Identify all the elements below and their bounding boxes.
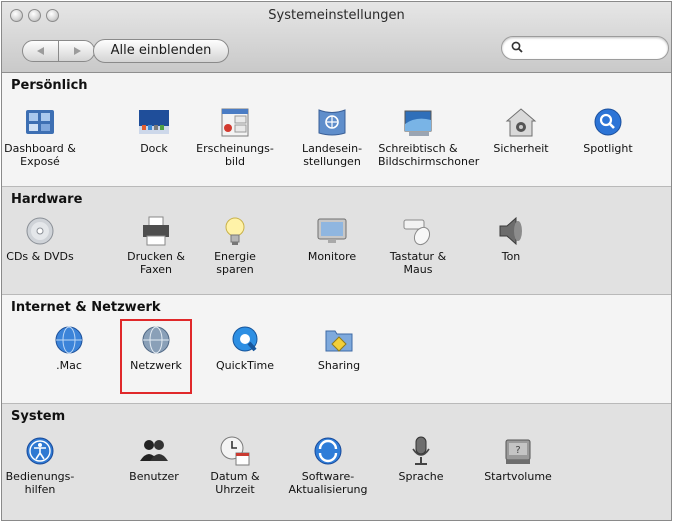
pane-label: Sprache [398,470,444,483]
pref-pane-dashboard-expose[interactable]: Dashboard & Exposé [2,106,80,168]
pref-pane-accounts[interactable]: Benutzer [114,434,194,483]
pref-pane-cds-dvds[interactable]: CDs & DVDs [2,214,80,263]
speaker-icon [499,216,522,246]
dotmac-globe-icon [55,326,83,354]
pane-label: Ton [501,250,521,263]
pref-pane-dock[interactable]: Dock [114,106,194,155]
pref-pane-network[interactable]: Netzwerk [116,323,196,372]
pref-pane-software-update[interactable]: Software- Aktualisierung [288,434,368,496]
pane-label: Tastatur & Maus [389,250,447,276]
pane-label: Erscheinungs- bild [196,142,274,168]
pane-label: Dock [140,142,168,155]
pane-label: Benutzer [129,470,179,483]
search-field [501,36,669,60]
printer-icon [143,216,169,246]
sharing-folder-icon [325,330,353,352]
spotlight-icon [594,108,622,136]
keyboard-mouse-icon [403,219,431,246]
pane-label: CDs & DVDs [6,250,74,263]
pref-pane-displays[interactable]: Monitore [292,214,372,263]
pane-label: Startvolume [484,470,552,483]
pane-label: .Mac [56,359,82,372]
pref-pane-energy-saver[interactable]: Energie sparen [195,214,275,276]
pane-label: Monitore [307,250,357,263]
pref-pane-desktop-screensaver[interactable]: Schreibtisch & Bildschirmschoner [378,106,480,168]
pref-pane-keyboard-mouse[interactable]: Tastatur & Maus [378,214,458,276]
title-toolbar: Systemeinstellungen Alle einblenden [2,2,671,73]
pane-label: Spotlight [583,142,633,155]
search-input[interactable] [528,40,658,56]
quicktime-icon [232,326,258,352]
search-icon [511,41,523,53]
pane-label: Energie sparen [214,250,256,276]
pref-pane-date-time[interactable]: Datum & Uhrzeit [195,434,275,496]
section-title-internet: Internet & Netzwerk [11,300,161,315]
pane-label: Dashboard & Exposé [4,142,76,168]
triangle-right-icon [73,47,81,55]
pane-label: Datum & Uhrzeit [210,470,260,496]
date-time-icon [220,436,250,466]
pref-pane-quicktime[interactable]: QuickTime [205,323,285,372]
users-icon [140,440,168,461]
pane-label: Netzwerk [130,359,182,372]
pane-label: Bedienungs- hilfen [5,470,75,496]
pane-label: Landesein- stellungen [301,142,363,168]
section-title-persoenlich: Persönlich [11,78,88,93]
dock-icon [139,110,169,134]
show-all-button[interactable]: Alle einblenden [93,39,229,63]
forward-button[interactable] [58,40,95,62]
pane-label: Software- Aktualisierung [288,470,368,496]
pane-label: Sharing [317,359,361,372]
window-title: Systemeinstellungen [268,8,405,23]
system-preferences-window: Systemeinstellungen Alle einblenden Pers… [1,1,672,521]
pref-pane-spotlight[interactable]: Spotlight [568,106,648,155]
section-title-hardware: Hardware [11,192,83,207]
software-update-icon [314,437,342,465]
microphone-icon [412,436,430,465]
back-button[interactable] [22,40,59,62]
cd-dvd-icon [26,217,54,245]
accessibility-icon [26,437,54,465]
international-icon [318,109,346,136]
pref-pane-accessibility[interactable]: Bedienungs- hilfen [2,434,80,496]
monitor-icon [317,218,347,243]
network-globe-icon [142,326,170,354]
pane-label: Schreibtisch & Bildschirmschoner [378,142,480,168]
pref-pane-print-fax[interactable]: Drucken & Faxen [116,214,196,276]
dashboard-icon [26,110,54,134]
pref-pane-startup-disk[interactable]: ? Startvolume [478,434,558,483]
pane-label: Drucken & Faxen [127,250,185,276]
svg-text:?: ? [515,445,520,456]
pref-pane-sound[interactable]: Ton [471,214,551,263]
appearance-icon [221,108,249,137]
pref-pane-dotmac[interactable]: .Mac [29,323,109,372]
pref-pane-sharing[interactable]: Sharing [299,323,379,372]
triangle-left-icon [36,47,44,55]
startup-disk-icon: ? [505,439,531,464]
pref-pane-international[interactable]: Landesein- stellungen [292,106,372,168]
pane-label: Sicherheit [493,142,549,155]
pref-pane-appearance[interactable]: Erscheinungs- bild [195,106,275,168]
lightbulb-icon [225,217,245,245]
pref-pane-speech[interactable]: Sprache [381,434,461,483]
security-icon [505,108,537,137]
desktop-screensaver-icon [404,110,432,136]
pane-label: QuickTime [215,359,275,372]
pref-pane-security[interactable]: Sicherheit [481,106,561,155]
section-title-system: System [11,409,66,424]
